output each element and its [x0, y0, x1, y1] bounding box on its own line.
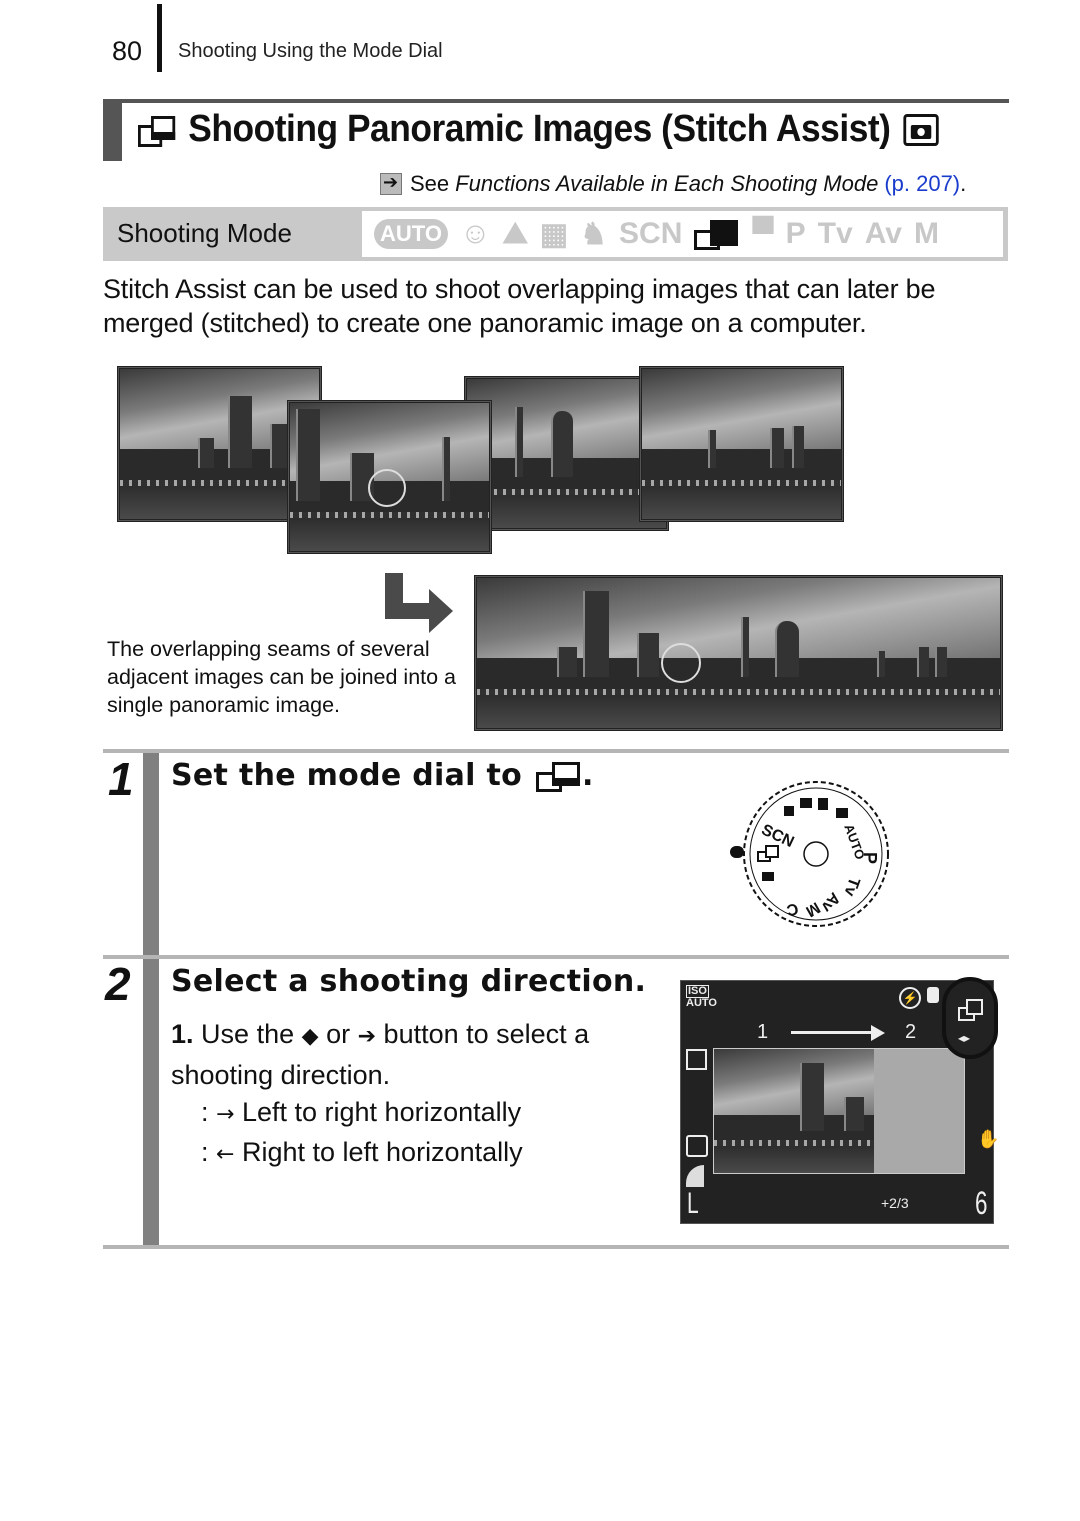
mode-p-icon: P: [785, 217, 806, 250]
mode-scn-icon: SCN: [619, 217, 683, 250]
intro-paragraph: Stitch Assist can be used to shoot overl…: [103, 274, 936, 338]
page-link[interactable]: (p. 207): [884, 171, 960, 197]
substep-or: or: [326, 1019, 351, 1049]
substep-text-a: Use the: [201, 1019, 295, 1049]
step-1-title-text: Set the mode dial to: [171, 758, 523, 793]
movie-icon: [762, 872, 774, 881]
step-2-number: 2: [105, 958, 131, 1010]
see-prefix: See: [410, 171, 450, 196]
image-stabilizer-icon: ✋: [977, 1129, 1000, 1149]
self-timer-icon: [927, 987, 939, 1003]
title-side-bar: [103, 99, 122, 161]
stitch-assist-icon: [694, 220, 740, 250]
see-suffix: .: [960, 171, 967, 196]
kids-pets-icon: ♞: [580, 217, 608, 251]
page-number: 80: [112, 36, 143, 66]
arrow-right-box-icon: [380, 172, 402, 195]
step-2-substep: 1. Use the ◆ or ➔ button to select a sho…: [171, 1015, 651, 1094]
collage-caption: The overlapping seams of several adjacen…: [107, 637, 457, 717]
see-italic-text: Functions Available in Each Shooting Mod…: [455, 171, 879, 196]
mode-av-icon: Av: [864, 217, 902, 250]
exposure-compensation: +2/3: [881, 1195, 909, 1211]
dial-pointer: [730, 846, 744, 858]
step-1-title-suffix: .: [582, 758, 594, 793]
direction-toggle-icon: ◂▸: [958, 1031, 971, 1045]
mode-tv-icon: Tv: [817, 217, 853, 250]
portrait-icon: [784, 806, 794, 816]
night-scene-icon: [800, 798, 812, 808]
step-2-rule: [103, 955, 1009, 959]
left-button-icon: ◆: [301, 1024, 319, 1049]
title-rule: [103, 99, 1009, 103]
movie-icon: ▀: [752, 217, 774, 250]
step-1-bar: [143, 753, 159, 955]
substep-number: 1.: [171, 1019, 194, 1049]
landscape-icon: [818, 798, 828, 810]
previous-frame-photo: [714, 1049, 874, 1173]
join-arrow-icon: [385, 573, 453, 633]
step-1-rule: [103, 749, 1009, 753]
mode-auto-icon: AUTO: [374, 219, 448, 249]
direction-label: Right to left horizontally: [241, 1137, 523, 1167]
stitch-preview-area: [713, 1048, 965, 1174]
compression-icon: [686, 1165, 704, 1187]
metering-icon: [686, 1135, 708, 1157]
header-divider: [157, 4, 162, 72]
step-2-title: Select a shooting direction.: [171, 964, 647, 999]
source-photo-2: [287, 400, 492, 554]
direction-left-to-right: : → Left to right horizontally: [201, 1097, 522, 1127]
stitch-assist-icon: [536, 761, 582, 792]
direction-arrow-head: [871, 1025, 885, 1041]
flash-off-icon: ⚡: [899, 987, 921, 1009]
frame-from: 1: [757, 1021, 769, 1043]
page-title: Shooting Panoramic Images (Stitch Assist…: [138, 108, 939, 151]
frame-to: 2: [905, 1021, 917, 1043]
shots-remaining: 6: [975, 1185, 988, 1221]
stitch-assist-icon: [138, 115, 176, 147]
shooting-mode-label: Shooting Mode: [117, 218, 292, 248]
direction-label: Left to right horizontally: [241, 1097, 522, 1127]
mode-m-icon: M: [913, 217, 939, 250]
dial-label-p: P: [860, 852, 880, 864]
source-photo-4: [639, 366, 844, 522]
image-size: L: [687, 1187, 699, 1220]
drive-mode-icon: [686, 1049, 707, 1070]
mode-dial-illustration: SCN AUTO P Tv Av M C: [730, 781, 889, 927]
portrait-icon: ☺: [459, 217, 491, 250]
night-scene-icon: ▦: [539, 217, 569, 251]
kids-pets-icon: [836, 808, 848, 818]
direction-arrow-shaft: [791, 1031, 873, 1034]
stitch-mode-highlight: ◂▸: [942, 977, 998, 1059]
right-button-icon: ➔: [357, 1024, 377, 1049]
section-header: Shooting Using the Mode Dial: [178, 40, 443, 62]
shooting-mode-icons: AUTO ☺ ⛰ ▦ ♞ SCN ▀ P Tv Av M: [362, 211, 1003, 257]
arrow-right-icon: →: [216, 1102, 235, 1127]
landscape-icon: ⛰: [502, 217, 528, 250]
arrow-left-icon: ←: [216, 1142, 235, 1167]
step-2-bar: [143, 959, 159, 1245]
step-1-title: Set the mode dial to .: [171, 758, 594, 793]
camera-mode-icon: [903, 113, 939, 146]
section-end-rule: [103, 1245, 1009, 1249]
panorama-photo: [474, 575, 1003, 731]
direction-right-to-left: : ← Right to left horizontally: [201, 1137, 523, 1167]
step-1-number: 1: [108, 753, 134, 805]
iso-indicator: ISO AUTO: [686, 985, 717, 1009]
cross-reference: See Functions Available in Each Shooting…: [380, 171, 966, 197]
page-title-text: Shooting Panoramic Images (Stitch Assist…: [188, 108, 891, 150]
lcd-screen-illustration: ISO AUTO ⚡ 1 2 ◂▸ L +2/3 ✋ 6: [680, 977, 999, 1224]
